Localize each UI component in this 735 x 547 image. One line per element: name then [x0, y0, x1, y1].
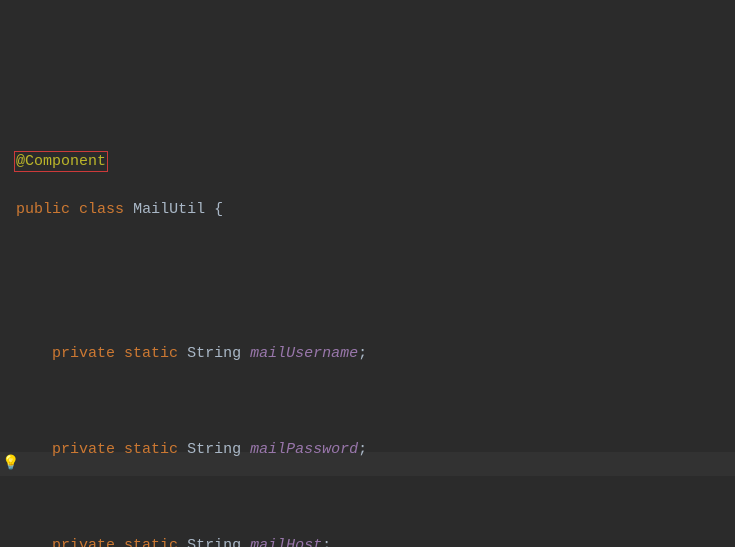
keyword-public: public [16, 201, 70, 218]
brace-open: { [214, 201, 223, 218]
keyword-private: private [52, 441, 115, 458]
keyword-static: static [124, 537, 178, 547]
semicolon: ; [358, 345, 367, 362]
type-string: String [187, 537, 241, 547]
keyword-static: static [124, 345, 178, 362]
type-string: String [187, 441, 241, 458]
keyword-static: static [124, 441, 178, 458]
field-mailPassword: mailPassword [250, 441, 358, 458]
type-string: String [187, 345, 241, 362]
code-text[interactable]: @Component public class MailUtil { priva… [10, 126, 735, 547]
annotation-component: @Component [16, 153, 106, 170]
field-mailUsername: mailUsername [250, 345, 358, 362]
class-name: MailUtil [133, 201, 205, 218]
keyword-private: private [52, 345, 115, 362]
field-mailHost: mailHost [250, 537, 322, 547]
semicolon: ; [358, 441, 367, 458]
semicolon: ; [322, 537, 331, 547]
keyword-class: class [79, 201, 124, 218]
code-editor[interactable]: 💡 @Component public class MailUtil { pri… [0, 0, 735, 547]
keyword-private: private [52, 537, 115, 547]
